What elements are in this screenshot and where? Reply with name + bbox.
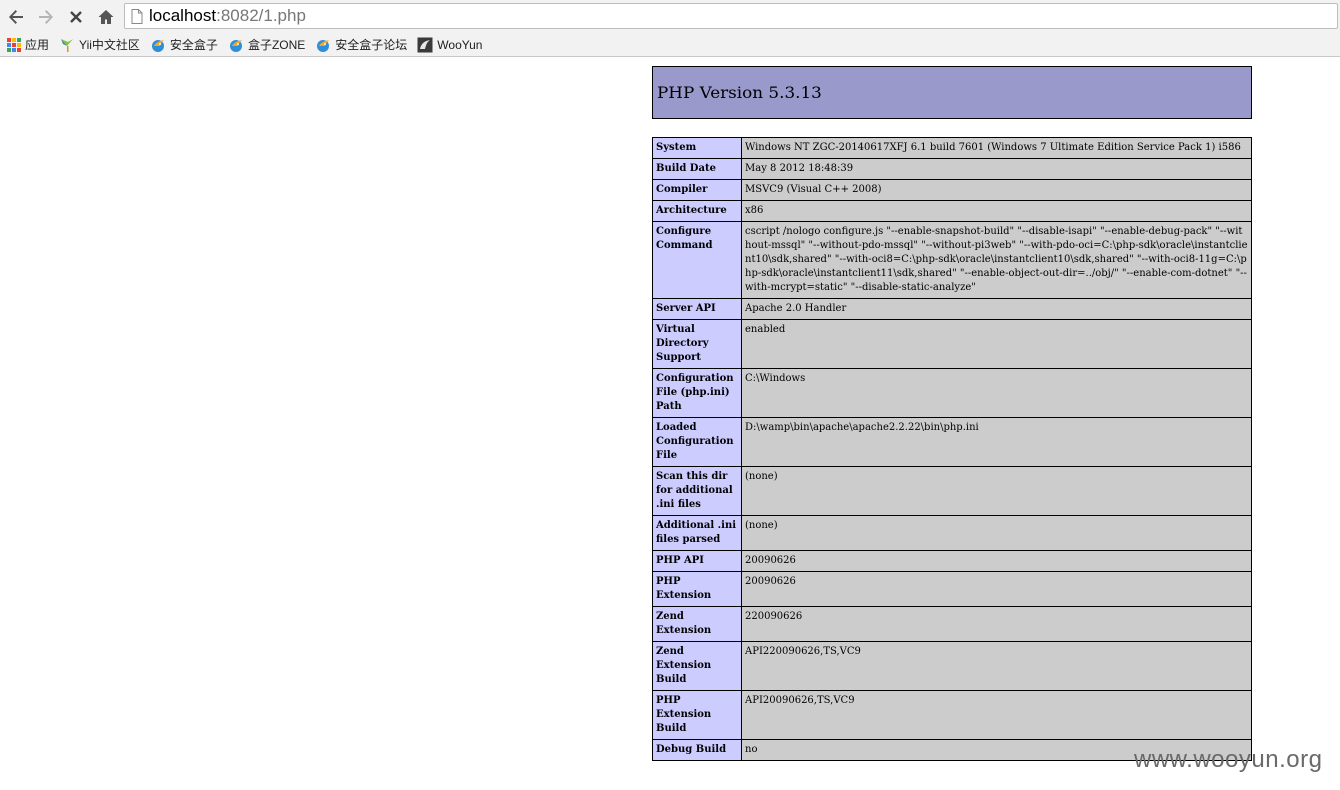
bird-logo-icon [229,39,242,52]
row-key: Scan this dir for additional .ini files [652,466,742,516]
row-value: 20090626 [741,550,1252,572]
row-key: Debug Build [652,739,742,761]
row-value: (none) [741,466,1252,516]
row-value: 220090626 [741,606,1252,642]
php-version-title: PHP Version 5.3.13 [657,83,822,102]
bookmark-label: WooYun [437,37,483,52]
row-key: PHP Extension Build [652,690,742,740]
table-row: Scan this dir for additional .ini files(… [652,466,1252,516]
row-value: (none) [741,515,1252,551]
table-row: PHP Extension Build API20090626,TS,VC9 [652,690,1252,740]
table-row: Zend Extension 220090626 [652,606,1252,642]
row-value: D:\wamp\bin\apache\apache2.2.22\bin\php.… [741,417,1252,467]
row-key: Zend Extension [652,606,742,642]
row-value: C:\Windows [741,368,1252,418]
apps-grid-icon [7,37,21,52]
yii-logo-icon [61,38,74,52]
address-bar[interactable]: localhost:8082/1.php [124,3,1338,29]
row-key: Build Date [652,158,742,180]
table-row: Zend Extension Build API220090626,TS,VC9 [652,641,1252,691]
row-key: Additional .ini files parsed [652,515,742,551]
bird-logo-icon [317,39,330,52]
row-key: Configure Command [652,221,742,299]
bookmark-label: 安全盒子 [169,38,218,52]
row-value: MSVC9 (Visual C++ 2008) [741,179,1252,201]
row-value: enabled [741,319,1252,369]
url-text: localhost:8082/1.php [149,6,306,26]
stop-button[interactable] [62,3,90,31]
phpinfo-table-body: System Windows NT ZGC-20140617XFJ 6.1 bui… [652,137,1252,761]
bookmark-label: 安全盒子论坛 [335,38,408,52]
table-row: Configuration File (php.ini) Path C:\Wind… [652,368,1252,418]
bookmark-yii[interactable]: Yii中文社区 [59,36,140,53]
close-icon [70,10,82,23]
table-row: PHP Extension 20090626 [652,571,1252,607]
forward-arrow-icon [39,9,53,24]
bookmark-label: 应用 [25,38,50,52]
table-row: Compiler MSVC9 (Visual C++ 2008) [652,179,1252,201]
row-key: Server API [652,298,742,320]
page-content: PHP Version 5.3.13 System Windows NT ZGC-… [0,58,1340,790]
table-row: Additional .ini files parsed (none) [652,515,1252,551]
bookmark-anquanhezi[interactable]: 安全盒子 [150,36,218,53]
browser-toolbar: localhost:8082/1.php [0,0,1340,33]
row-key: Configuration File (php.ini) Path [652,368,742,418]
home-icon [98,9,114,24]
back-button[interactable] [2,3,30,31]
bookmark-apps[interactable]: 应用 [7,36,49,53]
bookmark-anquanhezi-forum[interactable]: 安全盒子论坛 [315,36,407,53]
url-path: :8082/1.php [216,6,306,25]
forward-button[interactable] [32,3,60,31]
table-row: Virtual Directory Support enabled [652,319,1252,369]
table-row: Server API Apache 2.0 Handler [652,298,1252,320]
php-version-header: PHP Version 5.3.13 [652,66,1252,119]
table-row: Configure Command cscript /nologo configu… [652,221,1252,299]
row-key: Architecture [652,200,742,222]
page-icon [131,8,143,24]
row-key: Virtual Directory Support [652,319,742,369]
home-button[interactable] [92,3,120,31]
row-value: API220090626,TS,VC9 [741,641,1252,691]
table-row: System Windows NT ZGC-20140617XFJ 6.1 bui… [652,137,1252,159]
row-key: Zend Extension Build [652,641,742,691]
row-key: PHP API [652,550,742,572]
row-value: API20090626,TS,VC9 [741,690,1252,740]
row-value: x86 [741,200,1252,222]
table-row: Loaded Configuration File D:\wamp\bin\apa… [652,417,1252,467]
wooyun-logo-icon [417,37,433,52]
row-value: Apache 2.0 Handler [741,298,1252,320]
watermark: www.wooyun.org [1134,746,1323,773]
row-value: May 8 2012 18:48:39 [741,158,1252,180]
table-row: PHP API 20090626 [652,550,1252,572]
row-key: PHP Extension [652,571,742,607]
row-key: Loaded Configuration File [652,417,742,467]
bookmark-label: Yii中文社区 [79,38,140,52]
row-value: Windows NT ZGC-20140617XFJ 6.1 build 760… [741,137,1252,159]
row-value: cscript /nologo configure.js "--enable-s… [741,221,1252,299]
phpinfo-table: System Windows NT ZGC-20140617XFJ 6.1 bui… [652,137,1252,761]
row-value: 20090626 [741,571,1252,607]
row-key: System [652,137,742,159]
back-arrow-icon [9,9,23,24]
bookmark-hezi-zone[interactable]: 盒子ZONE [228,36,305,53]
bird-logo-icon [151,39,164,52]
row-key: Compiler [652,179,742,201]
table-row: Build Date May 8 2012 18:48:39 [652,158,1252,180]
url-host: localhost [149,6,217,25]
bookmark-label: 盒子ZONE [247,38,306,52]
bookmarks-bar: 应用 Yii中文社区 安全盒子 盒子ZONE 安全盒子论坛 WooYun [0,33,1340,57]
bookmark-wooyun[interactable]: WooYun [417,37,482,53]
table-row: Architecture x86 [652,200,1252,222]
